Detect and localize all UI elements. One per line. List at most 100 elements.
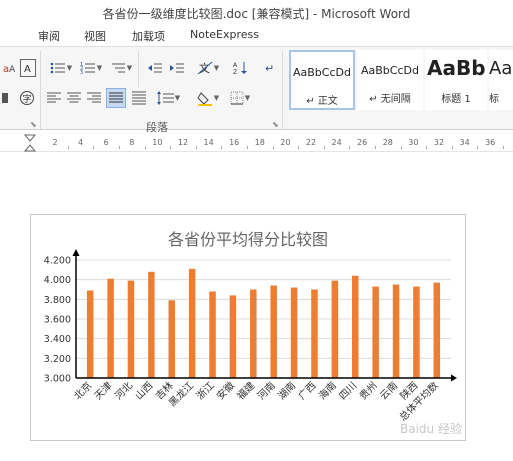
decrease-indent-icon[interactable] — [146, 59, 164, 77]
y-tick-label: 3.800 — [44, 295, 71, 306]
bar — [372, 286, 379, 378]
x-axis-arrow-icon — [451, 374, 457, 382]
bar — [168, 300, 175, 378]
ruler-number: 30 — [408, 138, 419, 147]
window-title: 各省份一级维度比较图.doc [兼容模式] - Microsoft Word — [102, 7, 411, 21]
ruler-number: 28 — [382, 138, 393, 147]
justify-icon[interactable] — [106, 88, 126, 108]
separator — [40, 51, 41, 129]
style-name: ↵ 无间隔 — [369, 94, 411, 105]
style-normal[interactable]: AaBbCcDd ↵ 正文 — [289, 50, 355, 110]
chinese-layout-icon[interactable]: 文▼ — [196, 59, 220, 77]
ruler-tick — [426, 146, 428, 149]
increase-indent-icon[interactable] — [168, 59, 186, 77]
ruler-number: 36 — [485, 138, 496, 147]
svg-text:A: A — [233, 62, 238, 69]
style-name: ↵ 正文 — [306, 96, 338, 107]
ruler-number: 34 — [459, 138, 470, 147]
menu-bar: 审阅 视图 加载项 NoteExpress — [0, 24, 513, 46]
style-name: 标 — [489, 94, 499, 105]
bar — [433, 282, 441, 378]
ruler-tick — [400, 146, 402, 149]
menu-view[interactable]: 视图 — [84, 28, 106, 44]
ruler-tick — [195, 146, 197, 149]
clear-format-icon[interactable]: aA — [2, 59, 18, 77]
bar — [188, 268, 196, 378]
indent-marker-icon[interactable] — [24, 134, 36, 152]
ruler-number: 26 — [357, 138, 368, 147]
style-heading-1[interactable]: AaBb 标题 1 — [425, 50, 487, 110]
y-tick-label: 3.600 — [44, 315, 71, 326]
style-preview: Aa — [489, 58, 513, 79]
text-direction-icon[interactable] — [0, 89, 10, 107]
svg-text:A: A — [24, 64, 31, 74]
bullets-icon[interactable]: ▼ — [48, 59, 74, 77]
y-tick-label: 3.000 — [44, 374, 71, 385]
x-tick-label: 浙江 — [194, 380, 217, 403]
borders-icon[interactable]: ▼ — [226, 89, 254, 107]
ruler-number: 18 — [254, 138, 265, 147]
x-tick-label: 贵州 — [356, 379, 379, 402]
bar — [107, 278, 114, 378]
ruler-tick — [67, 146, 69, 149]
ruler-number: 8 — [129, 138, 135, 147]
show-marks-icon[interactable]: ↵ — [262, 59, 278, 77]
chart-area[interactable]: 各省份平均得分比较图 3.000 3.200 3.400 3.600 3.800 4.00… — [30, 214, 466, 441]
bar — [250, 289, 257, 378]
menu-review[interactable]: 审阅 — [38, 28, 60, 44]
menu-addins[interactable]: 加载项 — [132, 28, 165, 44]
align-right-icon[interactable] — [86, 89, 102, 107]
x-tick-label: 北京 — [71, 379, 94, 402]
y-tick-label: 3.400 — [44, 334, 71, 345]
style-no-spacing[interactable]: AaBbCcDd ↵ 无间隔 — [357, 50, 423, 110]
separator — [282, 51, 283, 129]
ruler-number: 4 — [78, 138, 84, 147]
align-left-icon[interactable] — [46, 89, 62, 107]
chart-title: 各省份平均得分比较图 — [168, 230, 328, 249]
char-border-icon[interactable]: A — [20, 59, 36, 77]
svg-text:A: A — [9, 65, 16, 75]
x-tick-label: 山西 — [133, 380, 156, 403]
bar — [270, 285, 277, 378]
ruler-number: 14 — [203, 138, 214, 147]
bar — [311, 289, 318, 378]
x-tick-label: 福建 — [234, 379, 257, 402]
styles-gallery: AaBbCcDd ↵ 正文 AaBbCcDd ↵ 无间隔 AaBb 标题 1 A… — [285, 50, 513, 112]
style-heading-2[interactable]: Aa 标 — [489, 50, 513, 110]
svg-text:Z: Z — [233, 69, 237, 75]
ruler-tick — [298, 146, 300, 149]
bar — [392, 284, 400, 378]
bar-chart: 各省份平均得分比较图 3.000 3.200 3.400 3.600 3.800 4.00… — [44, 230, 457, 423]
bar — [86, 290, 94, 378]
paragraph-launcher-icon[interactable]: ⬊ — [272, 121, 280, 129]
ruler-tick — [375, 146, 376, 149]
bar — [229, 295, 237, 378]
font-launcher-icon[interactable]: ⬊ — [30, 121, 38, 129]
sort-icon[interactable]: AZ — [232, 59, 250, 77]
ruler-tick — [272, 146, 274, 149]
style-name: 标题 1 — [441, 94, 471, 105]
ruler-tick — [323, 146, 325, 149]
bar — [331, 280, 339, 378]
title-bar: 各省份一级维度比较图.doc [兼容模式] - Microsoft Word — [0, 0, 513, 24]
x-tick-label: 海南 — [316, 379, 339, 402]
menu-noteexpress[interactable]: NoteExpress — [190, 28, 259, 41]
multilevel-list-icon[interactable]: ▼ — [108, 59, 134, 77]
ruler-number: 22 — [305, 138, 317, 147]
line-spacing-icon[interactable]: ▼ — [154, 89, 182, 107]
distributed-icon[interactable] — [130, 89, 148, 107]
horizontal-ruler[interactable]: 2 4 6 8 10 12 14 16 18 20 22 24 26 28 30 32 34 36 — [0, 134, 513, 152]
enclose-char-icon[interactable]: 字 — [18, 89, 36, 107]
y-tick-label: 4.200 — [44, 256, 71, 267]
numbering-icon[interactable]: 1 2 3 ▼ — [78, 59, 104, 77]
bar — [209, 291, 216, 378]
watermark: Baidu 经验 — [400, 422, 462, 436]
align-center-icon[interactable] — [66, 89, 82, 107]
y-tick-label: 4.000 — [44, 275, 71, 286]
ruler-number: 6 — [103, 138, 109, 147]
ruler-number: 16 — [229, 138, 240, 147]
ruler-tick — [247, 146, 248, 149]
shading-icon[interactable]: ▼ — [194, 89, 222, 107]
x-tick-label: 四川 — [337, 380, 359, 402]
svg-text:↵: ↵ — [265, 62, 274, 75]
